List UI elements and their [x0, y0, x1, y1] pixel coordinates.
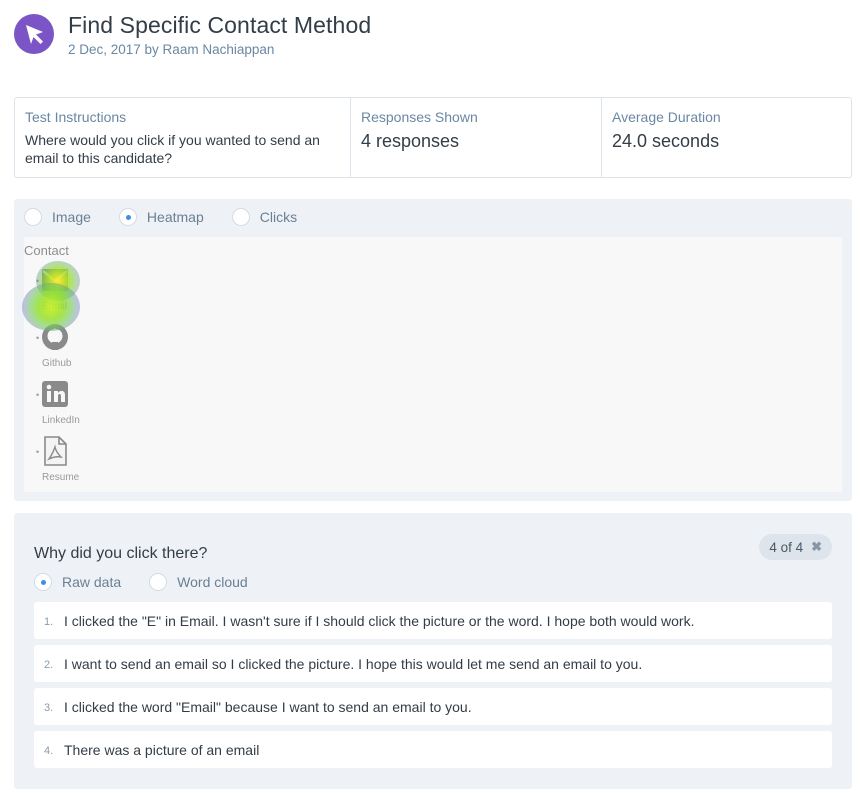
clicks-radio-label[interactable]: Clicks [260, 209, 297, 225]
contact-label-linkedin: LinkedIn [42, 415, 80, 426]
list-item: 3. I clicked the word "Email" because I … [34, 688, 832, 725]
response-text: I want to send an email so I clicked the… [64, 655, 643, 672]
response-text: There was a picture of an email [64, 741, 260, 758]
pdf-icon [44, 436, 67, 466]
response-mode-options: Raw data Word cloud [34, 573, 276, 591]
page-title: Find Specific Contact Method [68, 12, 372, 38]
test-summary: Test Instructions Where would you click … [14, 97, 852, 178]
envelope-icon [42, 269, 68, 291]
bullet: • [36, 390, 40, 400]
raw-data-label[interactable]: Raw data [62, 574, 121, 590]
instructions-text: Where would you click if you wanted to s… [25, 132, 320, 166]
response-number: 3. [44, 702, 54, 714]
response-list: 1. I clicked the "E" in Email. I wasn't … [34, 602, 832, 774]
response-text: I clicked the "E" in Email. I wasn't sur… [64, 612, 695, 629]
response-number: 2. [44, 659, 54, 671]
list-item: 4. There was a picture of an email [34, 731, 832, 768]
response-number: 4. [44, 745, 54, 757]
contact-heading: Contact [24, 243, 69, 258]
contact-label-github: Github [42, 358, 72, 369]
question-title: Why did you click there? [34, 545, 208, 562]
response-count-badge[interactable]: 4 of 4 ✖ [759, 534, 832, 560]
contact-label-resume: Resume [42, 472, 80, 483]
instructions-label: Test Instructions [25, 109, 127, 125]
bullet: • [36, 276, 40, 286]
contact-label-email: Email [42, 301, 68, 312]
page-subtitle: 2 Dec, 2017 by Raam Nachiappan [68, 42, 275, 57]
close-icon[interactable]: ✖ [811, 539, 822, 555]
heatmap-radio-label[interactable]: Heatmap [147, 209, 204, 225]
clicks-radio[interactable] [231, 208, 250, 226]
image-radio[interactable] [24, 208, 42, 226]
response-count: 4 of 4 [769, 539, 804, 555]
average-duration: Average Duration 24.0 seconds [602, 98, 851, 177]
bullet: • [36, 447, 40, 457]
raw-data-radio[interactable] [34, 573, 52, 591]
response-number: 1. [44, 616, 54, 628]
github-icon [42, 324, 68, 350]
list-item: 2. I want to send an email so I clicked … [34, 645, 832, 682]
heatmap-panel: Image Heatmap Clicks Contact • Email • G… [14, 199, 852, 501]
responses-value: 4 responses [361, 131, 460, 151]
responses-panel: Why did you click there? 4 of 4 ✖ Raw da… [14, 513, 852, 789]
word-cloud-radio[interactable] [149, 573, 168, 591]
response-text: I clicked the word "Email" because I wan… [64, 698, 472, 715]
linkedin-icon [42, 381, 68, 407]
cursor-logo-icon [14, 14, 54, 54]
test-instructions: Test Instructions Where would you click … [15, 98, 351, 177]
duration-label: Average Duration [612, 109, 721, 125]
word-cloud-label[interactable]: Word cloud [177, 574, 248, 590]
bullet: • [36, 333, 40, 343]
screenshot-canvas: Contact • Email • Github • LinkedIn • Re… [22, 237, 842, 492]
list-item: 1. I clicked the "E" in Email. I wasn't … [34, 602, 832, 639]
image-radio-label[interactable]: Image [52, 209, 91, 225]
responses-label: Responses Shown [361, 109, 478, 125]
duration-value: 24.0 seconds [612, 131, 720, 151]
responses-shown: Responses Shown 4 responses [351, 98, 602, 177]
heatmap-radio[interactable] [118, 208, 137, 226]
view-mode-options: Image Heatmap Clicks [24, 208, 325, 226]
